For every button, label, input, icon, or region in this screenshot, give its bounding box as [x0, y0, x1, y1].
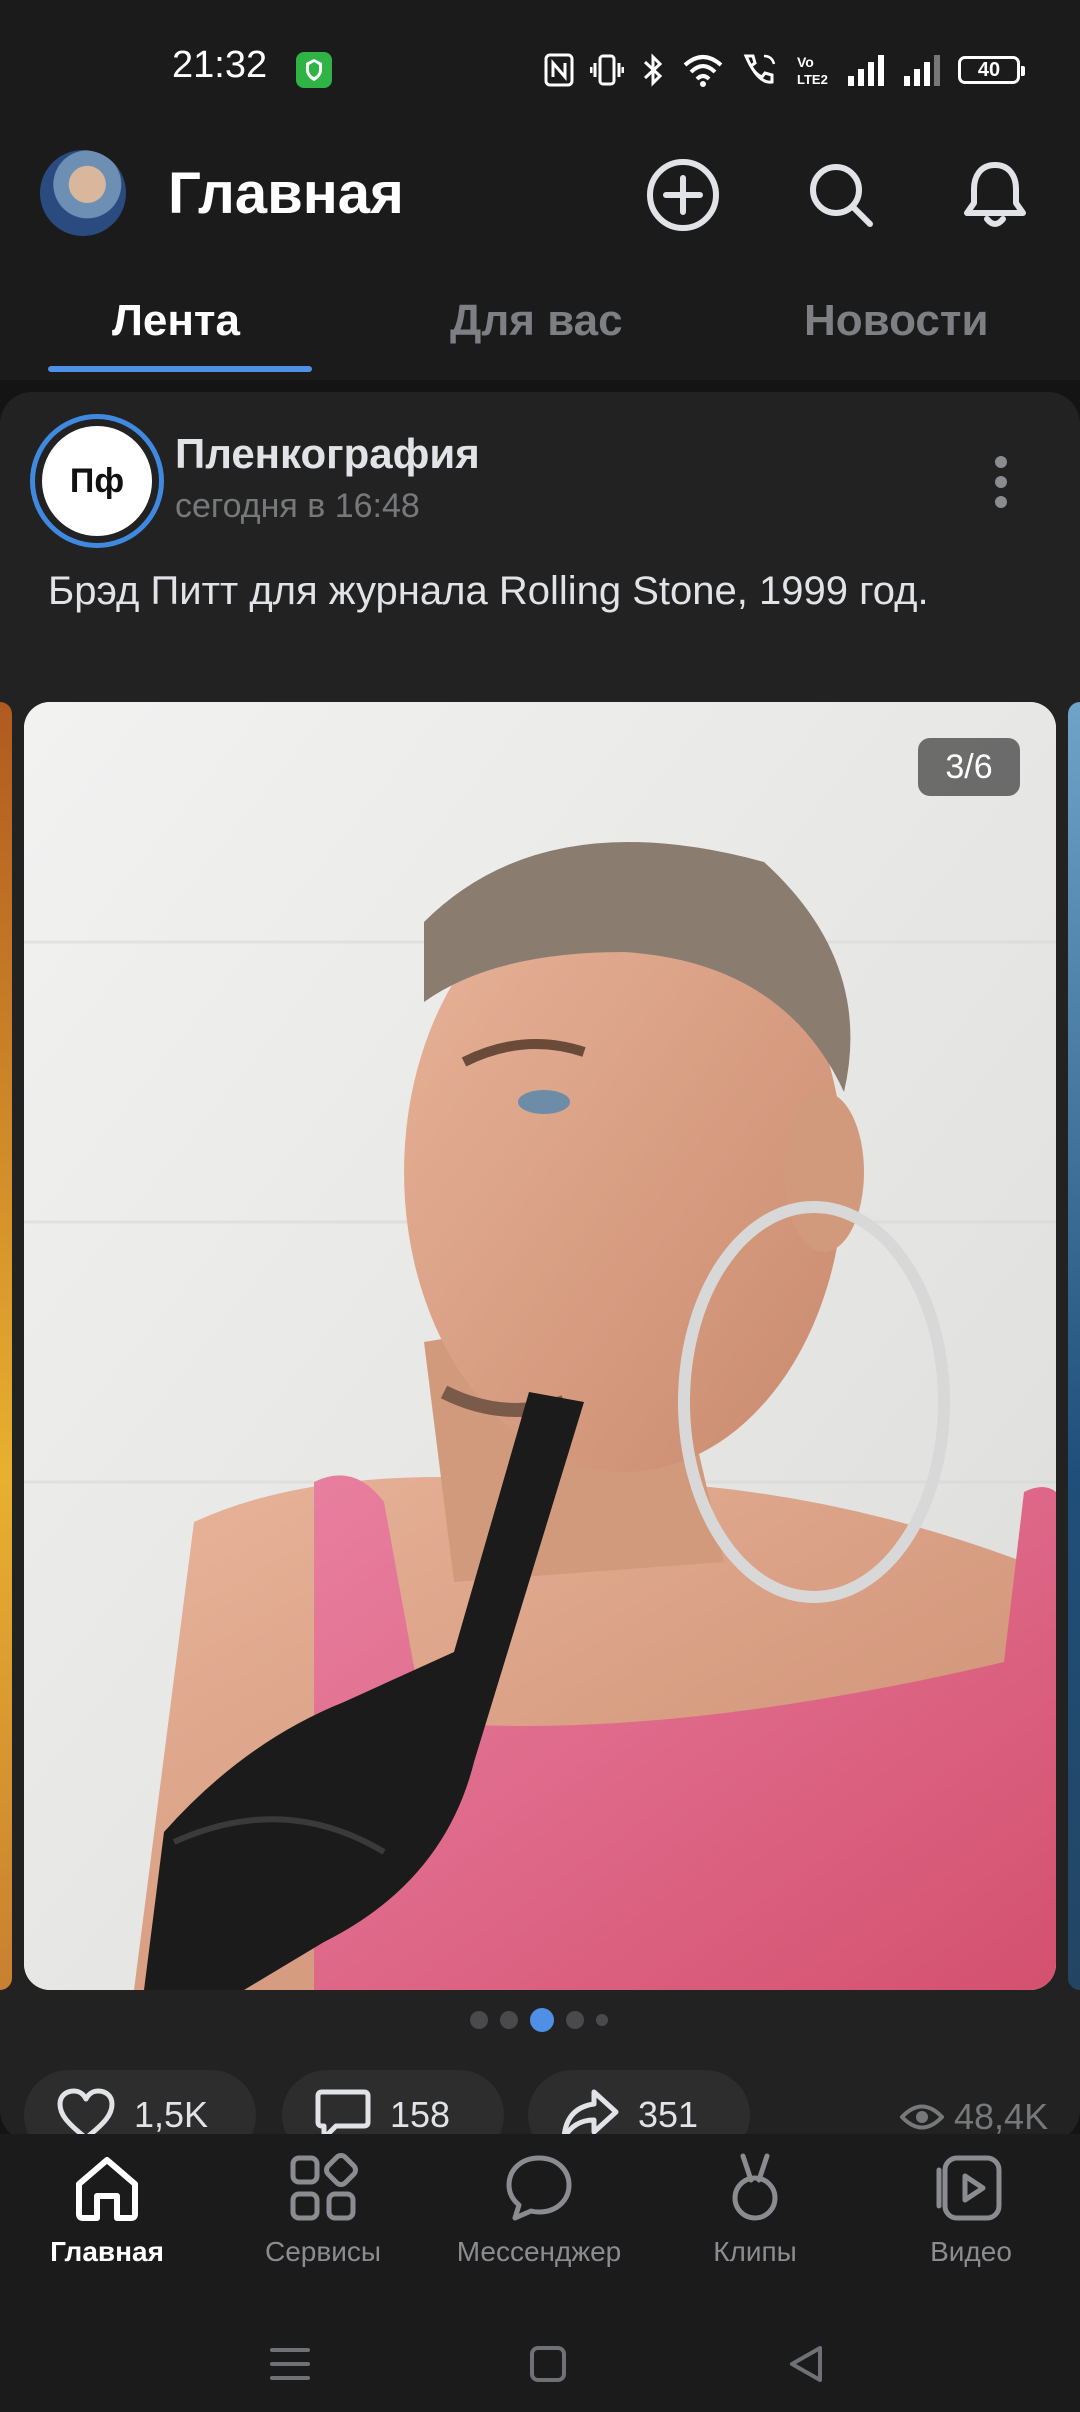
nav-services[interactable]: Сервисы	[223, 2150, 423, 2268]
tab-news[interactable]: Новости	[804, 296, 989, 346]
tab-feed[interactable]: Лента	[112, 296, 240, 346]
nav-messenger-label: Мессенджер	[456, 2236, 622, 2267]
nav-messenger[interactable]: Мессенджер	[439, 2150, 639, 2268]
active-tab-indicator	[48, 366, 312, 372]
clips-icon	[732, 2153, 778, 2221]
shield-icon	[296, 52, 332, 88]
search-button[interactable]	[796, 150, 886, 240]
feed-tabs: Лента Для вас Новости	[0, 282, 1080, 372]
wifi-icon	[683, 55, 723, 87]
signal-icon-2	[904, 55, 940, 86]
nav-clips-label: Клипы	[713, 2236, 797, 2267]
create-post-button[interactable]	[638, 150, 728, 240]
tab-for-you[interactable]: Для вас	[450, 296, 623, 346]
nav-clips[interactable]: Клипы	[655, 2150, 855, 2268]
carousel-dots	[470, 2008, 608, 2032]
volte-icon: Vo LTE2	[797, 54, 828, 87]
nav-video[interactable]: Видео	[871, 2150, 1071, 2268]
svg-text:LTE2: LTE2	[797, 72, 828, 87]
share-count: 351	[638, 2094, 699, 2135]
carousel-dot	[470, 2011, 488, 2029]
carousel-dot	[596, 2014, 608, 2026]
vibrate-icon	[590, 54, 624, 86]
wifi-call-icon	[743, 54, 776, 84]
next-photo-peek[interactable]	[1068, 702, 1080, 1990]
like-count: 1,5K	[134, 2094, 209, 2135]
plus-circle-icon	[647, 159, 719, 231]
status-time: 21:32	[172, 44, 268, 86]
system-navigation-bar	[0, 2312, 1080, 2412]
more-options-button[interactable]	[982, 452, 1022, 512]
post-photo[interactable]	[24, 702, 1056, 1990]
home-square-icon	[530, 2346, 566, 2382]
post-time: сегодня в 16:48	[175, 487, 420, 525]
messenger-icon	[506, 2155, 572, 2221]
notifications-button[interactable]	[950, 150, 1040, 240]
video-icon	[936, 2155, 1002, 2221]
carousel-dot	[500, 2011, 518, 2029]
search-icon	[810, 164, 873, 227]
home-icon	[76, 2157, 138, 2221]
nfc-icon	[544, 53, 574, 87]
battery-icon: 40	[958, 56, 1025, 84]
services-icon	[290, 2153, 358, 2221]
views-counter: 48,4K	[900, 2096, 1048, 2138]
view-count: 48,4K	[954, 2096, 1049, 2137]
bluetooth-icon	[643, 53, 663, 87]
nav-services-label: Сервисы	[264, 2236, 381, 2267]
carousel-dot	[566, 2011, 584, 2029]
bell-icon	[964, 162, 1026, 227]
carousel-dot-active	[530, 2008, 554, 2032]
back-icon	[790, 2346, 822, 2382]
photo-counter: 3/6	[918, 738, 1020, 796]
signal-icon	[848, 55, 884, 86]
group-name[interactable]: Пленкография	[175, 430, 480, 478]
page-title: Главная	[168, 161, 404, 226]
avatar[interactable]	[40, 150, 126, 236]
eye-icon	[900, 2104, 944, 2130]
nav-home[interactable]: Главная	[7, 2150, 207, 2268]
svg-text:Vo: Vo	[797, 54, 814, 70]
nav-video-label: Видео	[930, 2236, 1012, 2267]
menu-icon	[270, 2348, 310, 2380]
nav-home-label: Главная	[50, 2236, 164, 2267]
status-icons: Vo LTE2 40	[544, 50, 1025, 90]
previous-photo-peek[interactable]	[0, 702, 12, 1990]
comment-count: 158	[390, 2094, 451, 2135]
post-text: Брэд Питт для журнала Rolling Stone, 199…	[48, 569, 929, 613]
portrait-image	[24, 702, 1056, 1990]
group-avatar[interactable]: Пф	[42, 426, 152, 536]
